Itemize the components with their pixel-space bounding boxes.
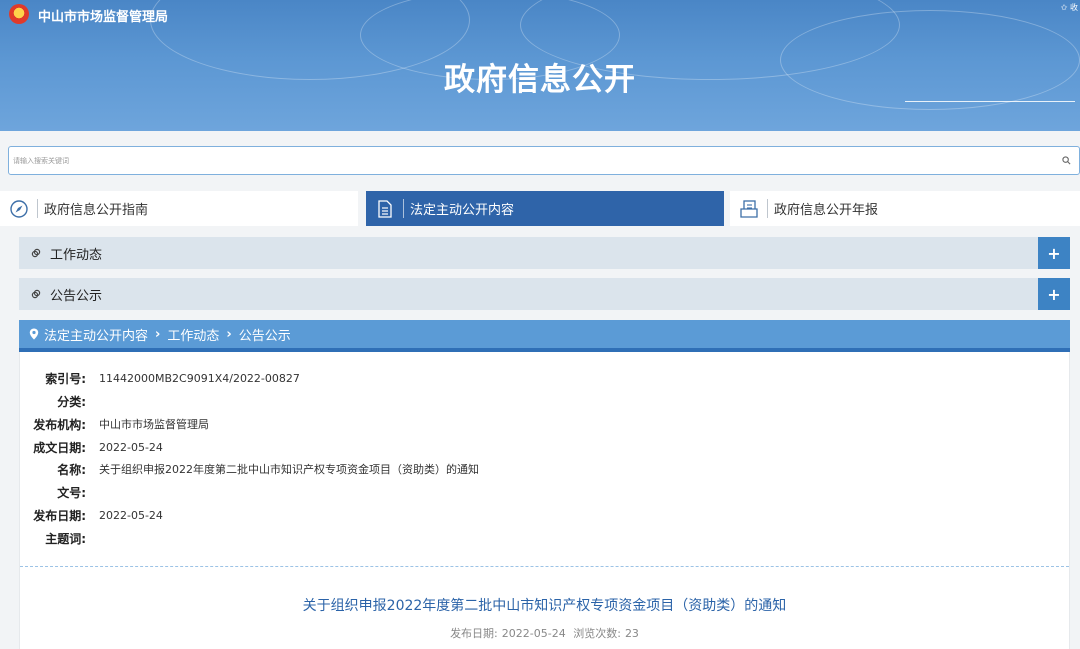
view-count-value: 23 — [624, 627, 639, 640]
tab-statutory-content[interactable]: 法定主动公开内容 — [366, 191, 724, 226]
document-panel: 索引号: 11442000MB2C9091X4/2022-00827 分类: 发… — [19, 352, 1070, 649]
meta-label: 文号: — [57, 485, 86, 500]
meta-value: 11442000MB2C9091X4/2022-00827 — [99, 371, 300, 385]
meta-category: 分类: — [20, 392, 99, 410]
meta-publisher: 发布机构: 中山市市场监督管理局 — [20, 415, 209, 433]
search-bar — [8, 146, 1080, 175]
meta-doc-number: 文号: — [20, 483, 99, 501]
section-announcements[interactable]: 公告公示 + — [19, 278, 1070, 310]
tab-label: 政府信息公开指南 — [44, 203, 149, 218]
publish-date-value: 2022-05-24 — [501, 627, 566, 640]
section-label: 公告公示 — [50, 288, 103, 304]
tab-label: 政府信息公开年报 — [774, 203, 879, 218]
section-work-updates[interactable]: 工作动态 + — [19, 237, 1070, 269]
breadcrumb: 法定主动公开内容 › 工作动态 › 公告公示 — [19, 320, 1070, 348]
tab-separator — [767, 199, 768, 218]
link-icon — [31, 248, 41, 258]
article-title: 关于组织申报2022年度第二批中山市知识产权专项资金项目（资助类）的通知 — [302, 598, 787, 614]
meta-label: 名称: — [57, 462, 86, 477]
article-meta: 发布日期: 2022-05-24 浏览次数: 23 — [20, 625, 1069, 641]
meta-value: 中山市市场监督管理局 — [99, 418, 209, 431]
meta-name: 名称: 关于组织申报2022年度第二批中山市知识产权专项资金项目（资助类）的通知 — [20, 460, 479, 478]
favorite-link[interactable]: ✩ 收 — [1061, 2, 1078, 13]
search-input[interactable] — [13, 151, 1043, 170]
tab-label: 法定主动公开内容 — [410, 203, 515, 218]
emblem-logo-icon — [9, 4, 29, 24]
page-title: 政府信息公开 — [444, 62, 636, 98]
site-name[interactable]: 中山市市场监督管理局 — [38, 6, 168, 25]
link-icon — [31, 289, 41, 299]
section-label: 工作动态 — [50, 247, 103, 263]
expand-button[interactable]: + — [1038, 278, 1070, 310]
tab-disclosure-guide[interactable]: 政府信息公开指南 — [0, 191, 358, 226]
meta-value: 2022-05-24 — [99, 508, 163, 522]
view-count-label: 浏览次数: — [573, 627, 621, 640]
meta-label: 分类: — [57, 394, 86, 409]
meta-label: 索引号: — [45, 371, 86, 386]
banner-divider — [905, 101, 1075, 102]
publish-date-label: 发布日期: — [450, 627, 498, 640]
document-icon — [378, 199, 392, 218]
meta-label: 发布机构: — [33, 417, 86, 432]
header-banner: 中山市市场监督管理局 ✩ 收 政府信息公开 — [0, 0, 1080, 131]
breadcrumb-item[interactable]: 公告公示 — [239, 325, 291, 344]
meta-index-number: 索引号: 11442000MB2C9091X4/2022-00827 — [20, 369, 300, 387]
location-pin-icon — [29, 328, 39, 340]
meta-publish-date: 发布日期: 2022-05-24 — [20, 506, 163, 524]
meta-written-date: 成文日期: 2022-05-24 — [20, 438, 163, 456]
tab-separator — [37, 199, 38, 218]
meta-keywords: 主题词: — [20, 529, 99, 547]
tab-separator — [403, 199, 404, 218]
breadcrumb-separator: › — [155, 326, 161, 342]
meta-label: 成文日期: — [33, 440, 86, 455]
dashed-divider — [20, 566, 1069, 567]
compass-icon — [10, 199, 28, 218]
search-icon[interactable] — [1062, 156, 1071, 165]
breadcrumb-item[interactable]: 法定主动公开内容 — [44, 325, 148, 344]
breadcrumb-separator: › — [226, 326, 232, 342]
expand-button[interactable]: + — [1038, 237, 1070, 269]
meta-value: 2022-05-24 — [99, 440, 163, 454]
breadcrumb-item[interactable]: 工作动态 — [167, 325, 219, 344]
report-icon — [740, 199, 758, 218]
meta-label: 主题词: — [45, 531, 86, 546]
tab-annual-report[interactable]: 政府信息公开年报 — [730, 191, 1080, 226]
meta-label: 发布日期: — [33, 508, 86, 523]
meta-value: 关于组织申报2022年度第二批中山市知识产权专项资金项目（资助类）的通知 — [99, 463, 479, 476]
